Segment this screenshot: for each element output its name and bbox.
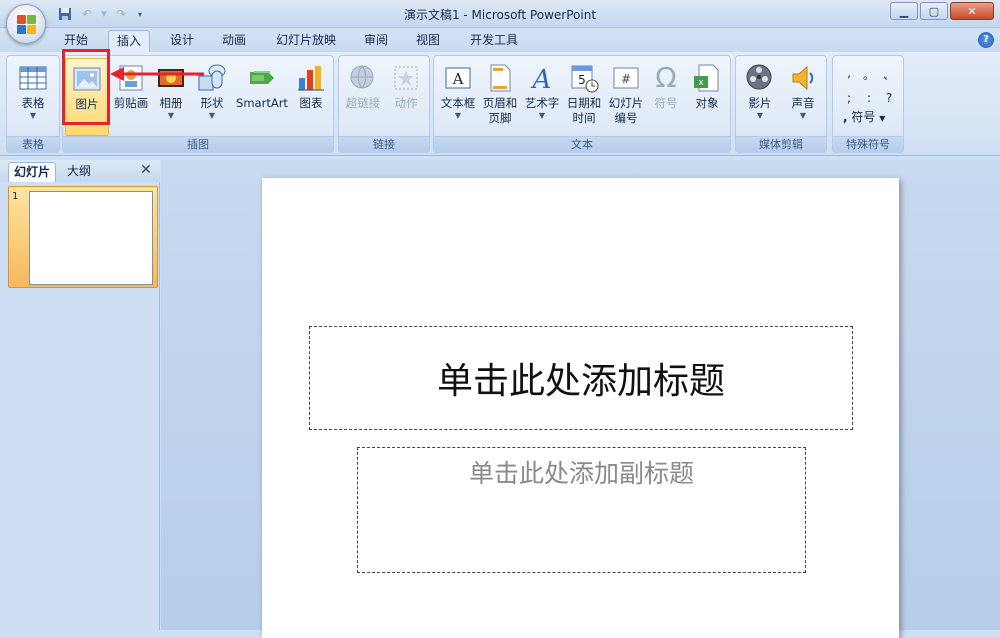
window-title: 演示文稿1 - Microsoft PowerPoint [403,8,597,22]
calendar-clock-icon: 5 [568,62,600,94]
speaker-icon [787,62,819,94]
slide-thumbnail[interactable] [29,191,153,285]
window-controls: ▁ ▢ ✕ [890,2,994,20]
chevron-down-icon: ▼ [538,111,546,120]
chevron-down-icon: ▼ [167,111,175,120]
slide-number-icon: # [610,62,642,94]
tab-insert[interactable]: 插入 [108,30,151,52]
slide-number-button[interactable]: # 幻灯片 编号 [604,58,648,136]
close-button[interactable]: ✕ [950,2,994,20]
chevron-down-icon: ▼ [799,111,807,120]
tab-view[interactable]: 视图 [408,30,448,52]
header-footer-button[interactable]: 页眉和 页脚 [478,58,522,136]
group-label-special-symbols: 特殊符号 [833,136,903,152]
close-icon[interactable]: ✕ [138,162,154,178]
slide-thumbnail-selected[interactable]: 1 [8,186,158,288]
smartart-button[interactable]: SmartArt [233,58,291,136]
chart-button[interactable]: 图表 [291,58,331,136]
symbol-cell[interactable]: , [839,66,859,83]
group-label-links: 链接 [339,136,429,152]
object-icon: x [691,62,723,94]
svg-text:5: 5 [578,73,586,87]
symbol-cell[interactable]: : [859,91,879,105]
svg-text:#: # [621,72,631,86]
symbol-cell[interactable]: 。 [859,66,879,83]
table-icon [17,62,49,94]
group-label-media: 媒体剪辑 [736,136,826,152]
chevron-down-icon: ▼ [879,114,886,123]
subtitle-placeholder[interactable]: 单击此处添加副标题 [357,447,806,573]
minimize-button[interactable]: ▁ [890,2,918,20]
header-footer-icon [484,62,516,94]
group-label-illustrations: 插图 [63,136,333,152]
action-star-icon [390,62,422,94]
symbol-cell[interactable]: ; [839,91,859,105]
help-icon[interactable]: ? [978,32,994,48]
svg-text:x: x [698,78,704,88]
textbox-button[interactable]: A 文本框 ▼ [436,58,480,136]
ribbon-tabs: 开始 插入 设计 动画 幻灯片放映 审阅 视图 开发工具 ? [0,28,1000,52]
movie-button[interactable]: 影片 ▼ [738,58,782,136]
svg-text:A: A [452,70,464,88]
group-label-text: 文本 [434,136,730,152]
chevron-down-icon: ▼ [29,111,37,120]
film-reel-icon [744,62,776,94]
office-logo-icon [17,15,37,35]
symbol-cell[interactable]: ? [879,91,899,105]
annotation-highlight-box [62,49,110,125]
group-table: 表格 ▼ 表格 [6,55,60,153]
slide-editor: 单击此处添加标题 单击此处添加副标题 [161,160,1000,638]
action-button[interactable]: 动作 [385,58,427,136]
table-button[interactable]: 表格 ▼ [11,58,55,136]
tab-animation[interactable]: 动画 [214,30,254,52]
tab-design[interactable]: 设计 [162,30,202,52]
office-button[interactable] [6,4,46,44]
slides-pane-tabs: 幻灯片 大纲 ✕ [0,160,160,182]
chart-icon [295,62,327,94]
special-symbol-dropdown[interactable]: , 符号 ▼ [843,108,885,125]
comma-icon: , [843,110,848,124]
tab-outline[interactable]: 大纲 [62,162,96,182]
hyperlink-button[interactable]: 超链接 [341,58,385,136]
group-links: 超链接 动作 链接 [338,55,430,153]
globe-icon [347,62,379,94]
tab-slides[interactable]: 幻灯片 [8,162,57,182]
smartart-icon [246,62,278,94]
chevron-down-icon: ▼ [454,111,462,120]
object-button[interactable]: x 对象 [686,58,728,136]
annotation-arrow-icon [110,67,204,81]
tab-slideshow[interactable]: 幻灯片放映 [268,30,344,52]
date-time-button[interactable]: 5 日期和 时间 [562,58,606,136]
omega-icon: Ω [655,61,677,94]
maximize-button[interactable]: ▢ [920,2,948,20]
wordart-button[interactable]: A 艺术字 ▼ [520,58,564,136]
title-bar: ↶ ▼ ↷ ▾ 演示文稿1 - Microsoft PowerPoint ▁ ▢… [0,0,1000,28]
group-label-table: 表格 [7,136,59,152]
slides-pane: 幻灯片 大纲 ✕ 1 [0,160,160,630]
slide-number: 1 [12,191,19,202]
chevron-down-icon: ▼ [756,111,764,120]
group-text: A 文本框 ▼ 页眉和 页脚 A 艺术字 ▼ 5 日期和 时间 # 幻灯片 编号… [433,55,731,153]
svg-text:A: A [531,65,552,94]
group-media: 影片 ▼ 声音 ▼ 媒体剪辑 [735,55,827,153]
textbox-icon: A [442,62,474,94]
symbol-grid: , 。 、 ; : ? [839,66,899,105]
symbol-cell[interactable]: 、 [879,66,899,83]
group-special-symbols: , 。 、 ; : ? , 符号 ▼ 特殊符号 [832,55,904,153]
slide-canvas[interactable]: 单击此处添加标题 单击此处添加副标题 [262,178,899,638]
wordart-icon: A [526,62,558,95]
title-placeholder[interactable]: 单击此处添加标题 [309,326,853,430]
tab-review[interactable]: 审阅 [356,30,396,52]
chevron-down-icon: ▼ [208,111,216,120]
tab-developer[interactable]: 开发工具 [462,30,526,52]
sound-button[interactable]: 声音 ▼ [782,58,824,136]
symbol-button[interactable]: Ω 符号 [646,58,686,136]
